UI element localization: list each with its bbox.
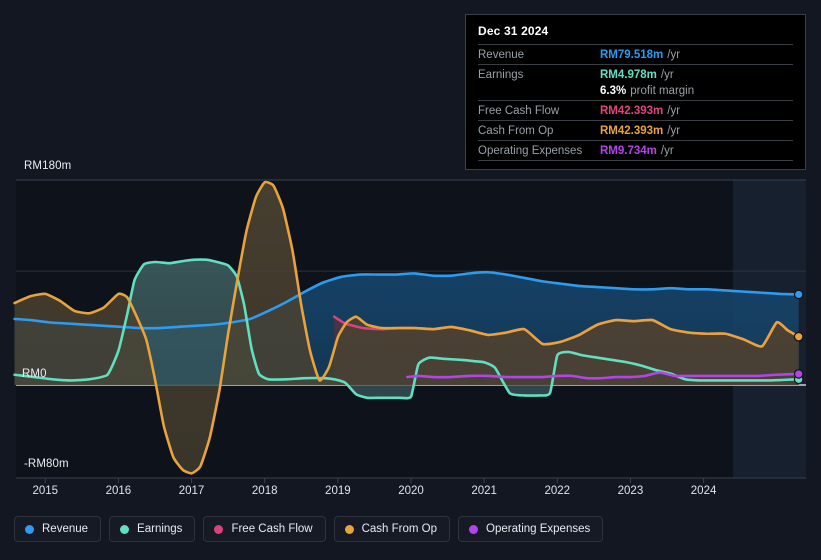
- legend-item-label: Operating Expenses: [486, 523, 591, 535]
- legend-item-label: Earnings: [137, 523, 183, 535]
- legend-item-cash-from-op[interactable]: Cash From Op: [333, 516, 451, 542]
- series-endpoint-revenue: [793, 289, 804, 300]
- tooltip-bottom-rule: [478, 160, 793, 163]
- x-axis-tick-2016: 2016: [105, 485, 132, 497]
- x-axis-tick-2020: 2020: [398, 485, 424, 497]
- tooltip-row: 6.3% profit margin: [478, 84, 793, 100]
- tooltip-row-key: Revenue: [478, 49, 525, 61]
- tooltip-rows: Revenue RM79.518m/yr Earnings RM4.978m/yr 6.…: [478, 44, 793, 160]
- tooltip-row-value: RM9.734m: [600, 145, 657, 157]
- y-axis-label-bottom: -RM80m: [24, 458, 69, 470]
- legend-color-dot-icon: [344, 524, 354, 534]
- tooltip-row: Earnings RM4.978m/yr: [478, 64, 793, 84]
- tooltip-row-value: RM79.518m: [600, 49, 664, 61]
- series-endpoint-operating-expenses: [793, 369, 804, 379]
- tooltip-row-unit: /yr: [667, 49, 681, 61]
- tooltip-row-key: Free Cash Flow: [478, 105, 560, 117]
- legend-item-earnings[interactable]: Earnings: [109, 516, 196, 542]
- tooltip-row-value: RM42.393m: [600, 105, 664, 117]
- chart-legend[interactable]: Revenue Earnings Free Cash Flow Cash From O…: [14, 516, 604, 542]
- tooltip-row-key: Earnings: [478, 69, 524, 81]
- tooltip-row-value: RM4.978m: [600, 69, 657, 81]
- financial-chart: RM180m RM0 -RM80m 2015 2016 2017 2018 2019 20…: [0, 0, 821, 560]
- legend-item-operating-expenses[interactable]: Operating Expenses: [458, 516, 604, 542]
- legend-item-label: Revenue: [42, 523, 89, 535]
- y-axis-label-top: RM180m: [24, 160, 72, 172]
- y-axis-label-zero: RM0: [22, 368, 47, 380]
- tooltip-date: Dec 31 2024: [478, 24, 549, 38]
- tooltip-row-value: 6.3%: [600, 85, 627, 97]
- tooltip-row-unit: /yr: [660, 145, 674, 157]
- tooltip-row-value: RM42.393m: [600, 125, 664, 137]
- tooltip-row-key: Cash From Op: [478, 125, 554, 137]
- tooltip-row: Operating Expenses RM9.734m/yr: [478, 140, 793, 160]
- tooltip-row-key: Operating Expenses: [478, 145, 583, 157]
- legend-color-dot-icon: [214, 524, 224, 534]
- series-endpoint-cash-from-op: [793, 331, 804, 342]
- tooltip-row: Free Cash Flow RM42.393m/yr: [478, 100, 793, 120]
- legend-item-label: Free Cash Flow: [231, 523, 313, 535]
- tooltip-row-unit: /yr: [667, 125, 681, 137]
- x-axis-tick-2021: 2021: [471, 485, 497, 497]
- tooltip-row: Cash From Op RM42.393m/yr: [478, 120, 793, 140]
- x-axis-tick-2023: 2023: [617, 485, 644, 497]
- legend-item-revenue[interactable]: Revenue: [14, 516, 102, 542]
- x-axis-tick-2022: 2022: [544, 485, 571, 497]
- legend-item-free-cash-flow[interactable]: Free Cash Flow: [203, 516, 326, 542]
- x-axis-tick-2024: 2024: [690, 485, 717, 497]
- x-axis-tick-2017: 2017: [178, 485, 205, 497]
- x-axis-tick-2015: 2015: [32, 485, 59, 497]
- tooltip-row-unit: profit margin: [630, 85, 695, 97]
- x-axis-tick-2019: 2019: [325, 485, 351, 497]
- tooltip-row-unit: /yr: [660, 69, 674, 81]
- legend-item-label: Cash From Op: [361, 523, 438, 535]
- legend-color-dot-icon: [120, 524, 130, 534]
- x-axis-tick-2018: 2018: [251, 485, 278, 497]
- legend-color-dot-icon: [469, 524, 479, 534]
- legend-color-dot-icon: [25, 524, 34, 534]
- tooltip-row-unit: /yr: [667, 105, 681, 117]
- data-tooltip: Dec 31 2024 Revenue RM79.518m/yr Earnings R…: [465, 14, 806, 170]
- tooltip-row: Revenue RM79.518m/yr: [478, 44, 793, 64]
